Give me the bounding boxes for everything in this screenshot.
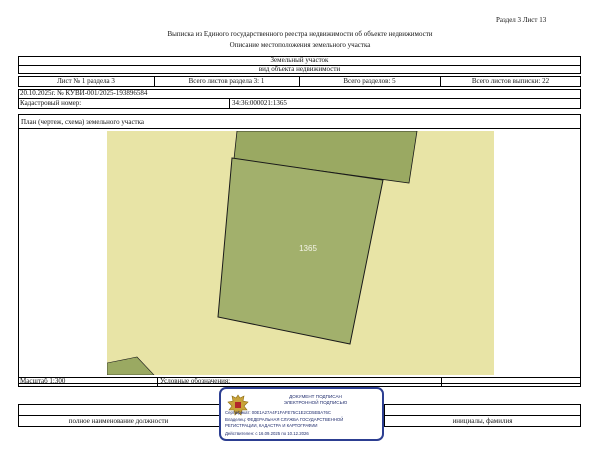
e-signature-stamp: ДОКУМЕНТ ПОДПИСАН ЭЛЕКТРОННОЙ ПОДПИСЬЮ С… <box>219 387 384 441</box>
divider <box>18 128 581 129</box>
document-number: 20.10.2025г. № КУВИ-001/2025-193896584 <box>20 89 148 97</box>
divider <box>229 98 230 109</box>
sheet-of-section: Лист № 1 раздела 3 <box>57 77 115 85</box>
plan-title: План (чертеж, схема) земельного участка <box>21 118 145 126</box>
document-subtitle: Описание местоположения земельного участ… <box>229 41 371 49</box>
stamp-certificate: Сертификат: 00E1A27A4F1FAFE75C1E2CD5EBA7… <box>225 410 332 415</box>
cadastral-number-value: 34:36:000021:1365 <box>232 99 287 107</box>
position-caption: полное наименование должности <box>68 417 169 425</box>
divider <box>157 377 158 387</box>
scale-row <box>18 377 581 387</box>
object-kind-caption: вид объекта недвижимости <box>258 65 341 73</box>
section-sheet-indicator: Раздел 3 Лист 13 <box>496 16 547 24</box>
divider <box>441 377 442 387</box>
object-type: Земельный участок <box>270 56 329 64</box>
initials-caption: инициалы, фамилия <box>452 417 513 425</box>
parcel-map: 1365 <box>107 131 494 375</box>
stamp-validity: Действителен: с 16.09.2025 по 10.12.2026 <box>225 431 309 436</box>
total-sections: Всего разделов: 5 <box>343 77 396 85</box>
scale: Масштаб 1:300 <box>20 377 66 385</box>
stamp-owner: Владелец: ФЕДЕРАЛЬНАЯ СЛУЖБА ГОСУДАРСТВЕ… <box>225 417 344 422</box>
stamp-line2: ЭЛЕКТРОННОЙ ПОДПИСЬЮ <box>283 400 348 405</box>
total-sheets-section: Всего листов раздела 3: 1 <box>188 77 265 85</box>
emblem-icon <box>227 394 249 416</box>
stamp-owner-2: РЕГИСТРАЦИИ, КАДАСТРА И КАРТОГРАФИИ <box>225 423 318 428</box>
divider <box>18 98 581 99</box>
cadastral-number-label: Кадастровый номер: <box>20 99 82 107</box>
stamp-line1: ДОКУМЕНТ ПОДПИСАН <box>289 394 342 399</box>
parcel-label: 1365 <box>299 244 317 253</box>
document-title: Выписка из Единого государственного реес… <box>167 30 433 38</box>
total-sheets-extract: Всего листов выписки: 22 <box>471 77 550 85</box>
legend-label: Условные обозначения: <box>160 377 231 385</box>
